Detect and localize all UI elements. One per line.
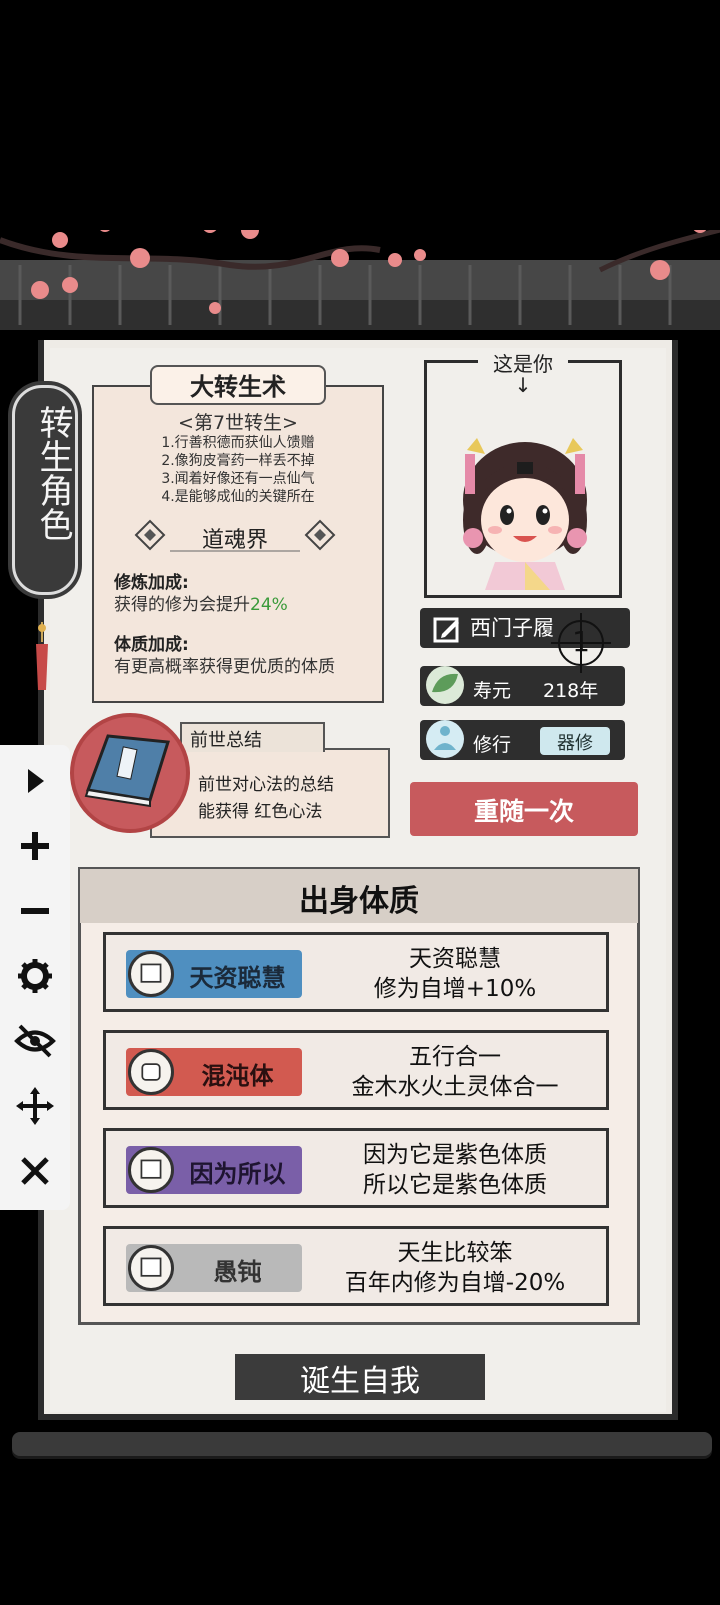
plus-icon[interactable] <box>12 823 58 869</box>
meditation-icon <box>426 720 464 758</box>
physique-bonus-text: 有更高概率获得更优质的体质 <box>114 657 335 677</box>
cultivation-bonus-value: 24% <box>250 595 288 615</box>
minus-icon[interactable] <box>12 888 58 934</box>
art-title: 大转生术 <box>190 373 286 401</box>
constitution-desc: 五行合一 <box>409 1044 501 1070</box>
art-line: 3.闻着好像还有一点仙气 <box>161 471 315 487</box>
constitution-desc: 金木水火土灵体合一 <box>351 1074 559 1100</box>
scroll-icon <box>128 1245 174 1291</box>
art-line: 4.是能够成仙的关键所在 <box>161 489 315 505</box>
leaf-icon <box>426 666 464 704</box>
down-arrow-icon: ↓ <box>514 373 532 397</box>
gear-icon[interactable] <box>12 953 58 999</box>
side-tab-label: 转生角色 <box>33 405 73 541</box>
constitution-desc: 修为自增+10% <box>373 976 537 1002</box>
character-name: 西门子履 <box>470 616 554 640</box>
close-icon[interactable] <box>12 1148 58 1194</box>
constitution-badge-label: 混沌体 <box>201 1062 274 1090</box>
constitution-desc: 天资聪慧 <box>409 946 501 972</box>
constitution-desc: 因为它是紫色体质 <box>363 1142 547 1168</box>
tassel-icon <box>36 622 48 690</box>
roof-header <box>0 230 720 330</box>
lifespan-value: 218年 <box>543 680 599 702</box>
move-icon[interactable] <box>12 1083 58 1129</box>
eye-off-icon[interactable] <box>12 1018 58 1064</box>
edit-icon[interactable] <box>432 614 462 644</box>
practice-label: 修行 <box>473 734 512 756</box>
lifespan-label: 寿元 <box>473 680 512 702</box>
cultivation-bonus-text: 获得的修为会提升24% <box>114 595 288 615</box>
past-life-line: 前世对心法的总结 <box>198 775 334 795</box>
constitution-desc: 所以它是紫色体质 <box>363 1172 547 1198</box>
art-line: 2.像狗皮膏药一样丢不掉 <box>161 453 315 469</box>
crosshair-number: 1 <box>572 625 590 658</box>
art-generation: <第7世转生> <box>178 412 298 434</box>
fist-icon <box>128 1049 174 1095</box>
art-line: 1.行善积德而获仙人馈赠 <box>161 435 315 451</box>
book-icon <box>84 734 170 808</box>
constitution-desc: 百年内修为自增-20% <box>344 1270 566 1296</box>
birth-button-label: 诞生自我 <box>300 1364 420 1399</box>
practice-value: 器修 <box>557 733 593 754</box>
scroll-icon <box>128 1147 174 1193</box>
constitution-badge-label: 因为所以 <box>189 1160 286 1188</box>
scroll-icon <box>128 951 174 997</box>
scroll-bottom-rod <box>12 1432 712 1456</box>
character-avatar[interactable] <box>455 420 595 590</box>
reroll-button-label: 重随一次 <box>473 797 574 826</box>
past-life-line: 能获得 红色心法 <box>198 802 323 822</box>
constitution-badge-label: 天资聪慧 <box>189 964 286 992</box>
play-icon[interactable] <box>12 758 58 804</box>
past-life-title: 前世总结 <box>190 730 262 751</box>
realm-label: 道魂界 <box>201 528 268 553</box>
constitution-desc: 天生比较笨 <box>397 1240 513 1266</box>
constitution-title: 出身体质 <box>299 884 419 919</box>
constitution-badge-label: 愚钝 <box>213 1258 262 1286</box>
